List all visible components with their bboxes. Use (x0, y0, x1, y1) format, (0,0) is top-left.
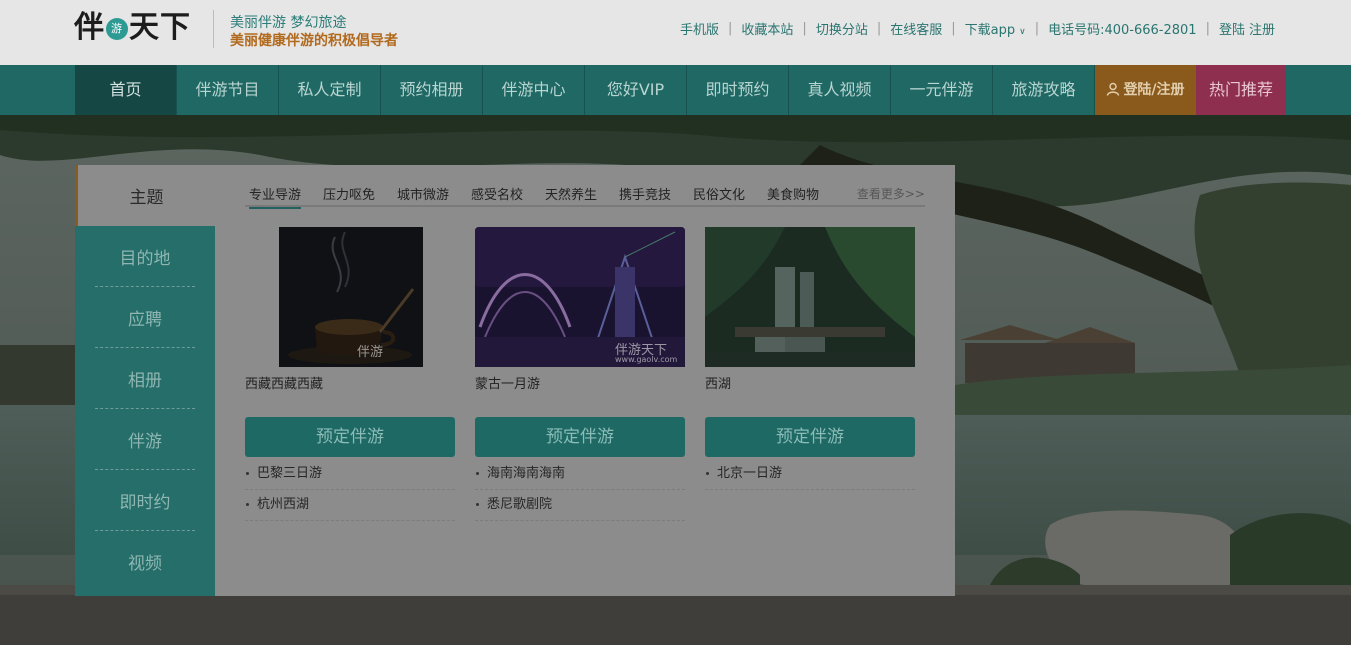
card-title[interactable]: 蒙古一月游 (475, 373, 540, 392)
bookmark-link[interactable]: 收藏本站 (741, 19, 793, 38)
tour-card: 西湖 预定伴游 北京一日游 (705, 227, 915, 490)
waterfall-image (705, 227, 915, 367)
image-watermark-url: www.gaolv.com (615, 355, 678, 364)
nav-item-guide[interactable]: 旅游攻略 (993, 65, 1095, 115)
side-item-destination[interactable]: 目的地 (95, 226, 195, 287)
logo-badge: 游 (106, 18, 128, 40)
tab-stress[interactable]: 压力呕免 (323, 184, 375, 203)
nav-item-programs[interactable]: 伴游节目 (177, 65, 279, 115)
online-service-link[interactable]: 在线客服 (890, 19, 942, 38)
tab-food[interactable]: 美食购物 (767, 184, 819, 203)
theme-panel: 主题 目的地 应聘 相册 伴游 即时约 视频 专业导游 压力呕免 城市微游 感受… (75, 165, 955, 596)
link-separator: | (876, 21, 882, 36)
list-item[interactable]: 海南海南海南 (475, 459, 685, 490)
sub-list: 巴黎三日游 杭州西湖 (245, 459, 455, 521)
tab-city[interactable]: 城市微游 (397, 184, 449, 203)
link-separator: | (1034, 21, 1040, 36)
slogan-line-2: 美丽健康伴游的积极倡导者 (230, 33, 398, 49)
coffee-cup-image (279, 227, 423, 367)
tour-card: 伴游天下 www.gaolv.com 蒙古一月游 预定伴游 海南海南海南 悉尼歌… (475, 227, 685, 521)
side-item-instant[interactable]: 即时约 (95, 470, 195, 531)
top-links: 手机版 | 收藏本站 | 切换分站 | 在线客服 | 下载app ∨ | 电话号码… (680, 19, 1275, 38)
side-list: 目的地 应聘 相册 伴游 即时约 视频 (75, 226, 215, 592)
register-link[interactable]: 注册 (1249, 19, 1275, 38)
image-watermark: 伴游 (357, 345, 384, 360)
nav-item-vip[interactable]: 您好VIP (585, 65, 687, 115)
side-item-apply[interactable]: 应聘 (95, 287, 195, 348)
book-companion-button[interactable]: 预定伴游 (475, 417, 685, 457)
slogan-line-1: 美丽伴游 梦幻旅途 (230, 15, 347, 31)
link-separator: | (728, 21, 733, 36)
list-item[interactable]: 杭州西湖 (245, 490, 455, 521)
link-separator: | (802, 21, 807, 36)
tab-folk[interactable]: 民俗文化 (693, 184, 745, 203)
tab-school[interactable]: 感受名校 (471, 184, 523, 203)
side-item-video[interactable]: 视频 (95, 531, 195, 592)
nav-item-album[interactable]: 预约相册 (381, 65, 483, 115)
card-title[interactable]: 西湖 (705, 373, 731, 392)
nav-item-custom[interactable]: 私人定制 (279, 65, 381, 115)
switch-site-link[interactable]: 切换分站 (816, 19, 868, 38)
tab-health[interactable]: 天然养生 (545, 184, 597, 203)
logo-divider (213, 10, 214, 48)
site-logo[interactable]: 伴游天下 (74, 8, 214, 48)
card-title[interactable]: 西藏西藏西藏 (245, 373, 323, 392)
sub-list: 北京一日游 (705, 459, 915, 490)
nav-items: 首页 伴游节目 私人定制 预约相册 伴游中心 您好VIP 即时预约 真人视频 一… (75, 65, 1286, 115)
nav-item-center[interactable]: 伴游中心 (483, 65, 585, 115)
download-app-label: 下载app (964, 23, 1016, 38)
login-link[interactable]: 登陆 (1219, 19, 1245, 38)
logo-text: 伴游天下 (74, 10, 191, 45)
nav-item-home[interactable]: 首页 (75, 65, 177, 115)
side-tab-theme[interactable]: 主题 (75, 165, 215, 226)
link-separator: | (951, 21, 956, 36)
theme-tabs: 专业导游 压力呕免 城市微游 感受名校 天然养生 携手竞技 民俗文化 美食购物 … (245, 182, 925, 209)
tour-card: 伴游 西藏西藏西藏 预定伴游 巴黎三日游 杭州西湖 (245, 227, 455, 521)
side-item-companion[interactable]: 伴游 (95, 409, 195, 470)
login-register-label: 登陆/注册 (1123, 82, 1185, 98)
tab-sports[interactable]: 携手竞技 (619, 184, 671, 203)
list-item[interactable]: 悉尼歌剧院 (475, 490, 685, 521)
mobile-link[interactable]: 手机版 (680, 19, 719, 38)
site-header: 伴游天下 美丽伴游 梦幻旅途 美丽健康伴游的积极倡导者 手机版 | 收藏本站 |… (0, 0, 1351, 65)
nav-item-video[interactable]: 真人视频 (789, 65, 891, 115)
book-companion-button[interactable]: 预定伴游 (705, 417, 915, 457)
side-item-album[interactable]: 相册 (95, 348, 195, 409)
tab-guide[interactable]: 专业导游 (249, 184, 302, 209)
user-icon (1107, 82, 1120, 96)
login-register-button[interactable]: 登陆/注册 (1095, 65, 1196, 115)
card-image-night-park[interactable]: 伴游天下 www.gaolv.com (475, 227, 685, 367)
main-nav: 首页 伴游节目 私人定制 预约相册 伴游中心 您好VIP 即时预约 真人视频 一… (0, 65, 1351, 115)
download-app-link[interactable]: 下载app ∨ (965, 19, 1026, 38)
nav-item-instant[interactable]: 即时预约 (687, 65, 789, 115)
card-image-waterfall[interactable] (705, 227, 915, 367)
book-companion-button[interactable]: 预定伴游 (245, 417, 455, 457)
link-separator: | (1205, 21, 1210, 36)
chevron-down-icon: ∨ (1019, 27, 1026, 37)
list-item[interactable]: 北京一日游 (705, 459, 915, 490)
sub-list: 海南海南海南 悉尼歌剧院 (475, 459, 685, 521)
list-item[interactable]: 巴黎三日游 (245, 459, 455, 490)
side-menu: 主题 目的地 应聘 相册 伴游 即时约 视频 (75, 165, 215, 596)
nav-item-one-yuan[interactable]: 一元伴游 (891, 65, 993, 115)
card-image-coffee[interactable]: 伴游 (245, 227, 455, 367)
more-link[interactable]: 查看更多>> (857, 185, 925, 202)
phone-number: 电话号码:400-666-2801 (1048, 23, 1197, 38)
hot-recommend-button[interactable]: 热门推荐 (1196, 65, 1286, 115)
